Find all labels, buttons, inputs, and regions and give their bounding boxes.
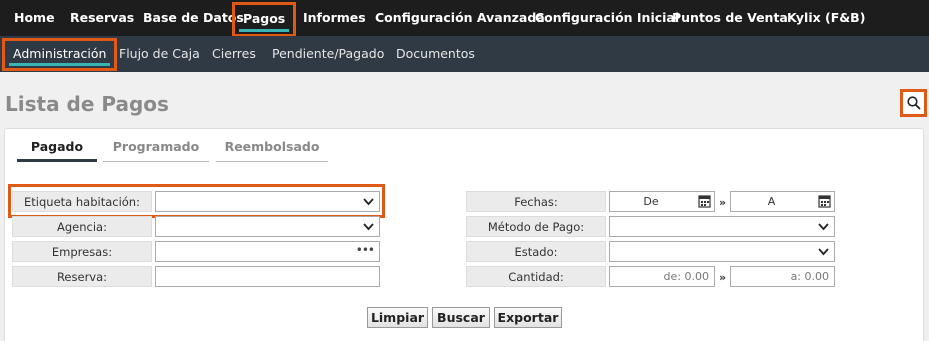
export-button[interactable]: Exportar bbox=[494, 307, 562, 328]
subnav-cierres[interactable]: Cierres bbox=[212, 36, 256, 72]
nav-base-de-datos[interactable]: Base de Datos bbox=[143, 0, 244, 36]
fecha-desde-placeholder: De bbox=[643, 195, 659, 208]
nav-pagos[interactable]: Pagos bbox=[232, 2, 297, 37]
empresas-field[interactable]: ••• bbox=[155, 241, 380, 262]
nav-home[interactable]: Home bbox=[14, 0, 55, 36]
cantidad-desde-placeholder: de: 0.00 bbox=[663, 270, 709, 283]
chevron-down-icon bbox=[363, 223, 374, 231]
calendar-icon[interactable] bbox=[698, 194, 711, 208]
nav-kylix[interactable]: Kylix (F&B) bbox=[787, 0, 865, 36]
clear-button[interactable]: Limpiar bbox=[367, 307, 428, 328]
search-icon bbox=[906, 96, 921, 110]
empresas-label: Empresas: bbox=[12, 241, 152, 262]
tab-reembolsado[interactable]: Reembolsado bbox=[216, 138, 328, 162]
buscar-button[interactable]: Buscar bbox=[432, 307, 490, 328]
chevron-down-icon bbox=[818, 248, 829, 256]
nav-configuracion-inicial[interactable]: Configuración Inicial bbox=[535, 0, 679, 36]
estado-select[interactable] bbox=[609, 241, 835, 262]
agencia-select[interactable] bbox=[155, 216, 380, 237]
fecha-range-separator: » bbox=[719, 196, 727, 209]
cantidad-desde-input[interactable]: de: 0.00 bbox=[609, 266, 715, 287]
tab-pagado[interactable]: Pagado bbox=[17, 138, 97, 162]
cantidad-hasta-input[interactable]: a: 0.00 bbox=[730, 266, 835, 287]
agencia-label: Agencia: bbox=[12, 216, 152, 237]
page-title: Lista de Pagos bbox=[5, 92, 169, 116]
nav-reservas[interactable]: Reservas bbox=[70, 0, 134, 36]
metodo-de-pago-label: Método de Pago: bbox=[466, 216, 606, 237]
reserva-input[interactable] bbox=[155, 266, 380, 287]
cantidad-range-separator: » bbox=[719, 271, 727, 284]
fechas-label: Fechas: bbox=[466, 191, 606, 212]
more-options-icon[interactable]: ••• bbox=[356, 243, 375, 257]
nav-informes[interactable]: Informes bbox=[303, 0, 366, 36]
fecha-desde-input[interactable]: De bbox=[609, 191, 715, 212]
cantidad-label: Cantidad: bbox=[466, 266, 606, 287]
reserva-label: Reserva: bbox=[12, 266, 152, 287]
tab-programado[interactable]: Programado bbox=[103, 138, 209, 162]
metodo-de-pago-select[interactable] bbox=[609, 216, 835, 237]
cantidad-hasta-placeholder: a: 0.00 bbox=[790, 270, 829, 283]
subnav-pendiente-pagado[interactable]: Pendiente/Pagado bbox=[272, 36, 384, 72]
chevron-down-icon bbox=[818, 223, 829, 231]
etiqueta-habitacion-highlight bbox=[8, 184, 385, 218]
nav-configuracion-avanzada[interactable]: Configuración Avanzada bbox=[375, 0, 545, 36]
subnav-documentos[interactable]: Documentos bbox=[396, 36, 475, 72]
nav-puntos-de-venta[interactable]: Puntos de Venta bbox=[672, 0, 788, 36]
sub-navigation: Administración Flujo de Caja Cierres Pen… bbox=[0, 36, 929, 72]
search-button[interactable] bbox=[900, 89, 927, 117]
calendar-icon[interactable] bbox=[818, 194, 831, 208]
fecha-hasta-input[interactable]: A bbox=[730, 191, 835, 212]
fecha-hasta-placeholder: A bbox=[767, 195, 776, 208]
subnav-administracion[interactable]: Administración bbox=[2, 38, 118, 71]
top-navigation: Home Reservas Base de Datos Pagos Inform… bbox=[0, 0, 929, 37]
estado-label: Estado: bbox=[466, 241, 606, 262]
subnav-flujo-de-caja[interactable]: Flujo de Caja bbox=[119, 36, 200, 72]
